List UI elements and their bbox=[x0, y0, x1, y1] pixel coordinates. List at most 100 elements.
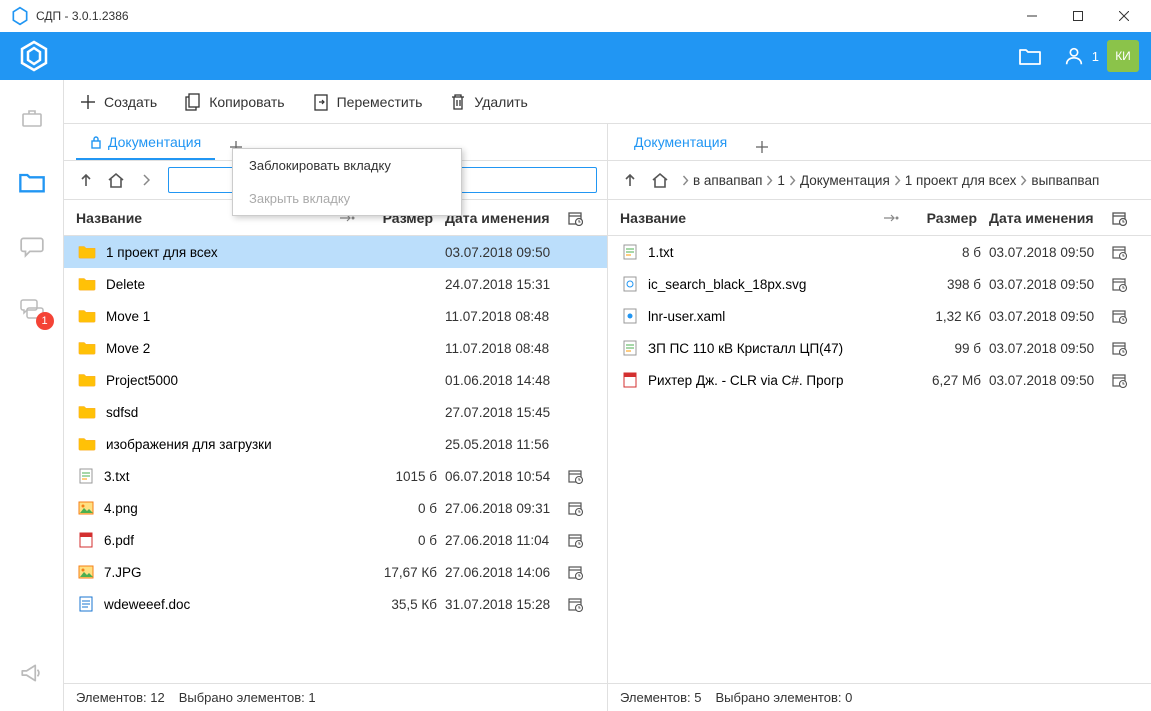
breadcrumb-item[interactable]: выпвапвап bbox=[1031, 173, 1099, 188]
minimize-button[interactable] bbox=[1009, 0, 1055, 32]
breadcrumb-item[interactable]: 1 bbox=[777, 173, 785, 188]
calendar-icon[interactable] bbox=[1111, 372, 1139, 388]
status-selected: Выбрано элементов: 1 bbox=[179, 690, 316, 705]
file-list-right: 1.txt8 б03.07.2018 09:50ic_search_black_… bbox=[608, 236, 1151, 683]
file-size: 1,32 Кб bbox=[911, 309, 981, 324]
file-size: 0 б bbox=[367, 501, 437, 516]
close-button[interactable] bbox=[1101, 0, 1147, 32]
table-row[interactable]: изображения для загрузки25.05.2018 11:56 bbox=[64, 428, 607, 460]
breadcrumb-item[interactable]: в апвапвап bbox=[693, 173, 762, 188]
calendar-icon[interactable] bbox=[1111, 340, 1139, 356]
calendar-icon[interactable] bbox=[567, 468, 595, 484]
table-row[interactable]: ic_search_black_18px.svg398 б03.07.2018 … bbox=[608, 268, 1151, 300]
table-row[interactable]: 1 проект для всех03.07.2018 09:50 bbox=[64, 236, 607, 268]
table-row[interactable]: Move 111.07.2018 08:48 bbox=[64, 300, 607, 332]
file-list-left: 1 проект для всех03.07.2018 09:50Delete2… bbox=[64, 236, 607, 683]
file-size: 8 б bbox=[911, 245, 981, 260]
table-row[interactable]: Move 211.07.2018 08:48 bbox=[64, 332, 607, 364]
table-row[interactable]: lnr-user.xaml1,32 Кб03.07.2018 09:50 bbox=[608, 300, 1151, 332]
calendar-icon[interactable] bbox=[567, 596, 595, 612]
table-row[interactable]: wdeweeef.doc35,5 Кб31.07.2018 15:28 bbox=[64, 588, 607, 620]
header-pin-icon[interactable] bbox=[883, 213, 911, 223]
tab-context-menu: Заблокировать вкладку Закрыть вкладку bbox=[232, 148, 462, 216]
file-icon bbox=[78, 371, 96, 390]
file-name: Рихтер Дж. - CLR via C#. Прогр bbox=[648, 373, 844, 388]
calendar-icon[interactable] bbox=[567, 564, 595, 580]
header-date[interactable]: Дата именения bbox=[981, 210, 1111, 226]
header-size[interactable]: Размер bbox=[911, 210, 981, 226]
tabs: Документация bbox=[608, 124, 1151, 160]
file-date: 03.07.2018 09:50 bbox=[981, 245, 1111, 260]
copy-button[interactable]: Копировать bbox=[185, 93, 284, 111]
status-count: Элементов: 5 bbox=[620, 690, 701, 705]
nav-up-icon[interactable] bbox=[618, 168, 642, 192]
table-row[interactable]: 7.JPG17,67 Кб27.06.2018 14:06 bbox=[64, 556, 607, 588]
context-lock-tab[interactable]: Заблокировать вкладку bbox=[233, 149, 461, 182]
calendar-icon[interactable] bbox=[1111, 276, 1139, 292]
file-date: 03.07.2018 09:50 bbox=[981, 309, 1111, 324]
header-calendar-icon[interactable] bbox=[1111, 210, 1139, 226]
calendar-icon[interactable] bbox=[1111, 244, 1139, 260]
table-row[interactable]: 1.txt8 б03.07.2018 09:50 bbox=[608, 236, 1151, 268]
sidebar-chats-icon[interactable]: 1 bbox=[14, 292, 50, 328]
nav-home-icon[interactable] bbox=[648, 168, 672, 192]
file-name: ЗП ПС 110 кВ Кристалл ЦП(47) bbox=[648, 341, 843, 356]
title-bar: СДП - 3.0.1.2386 bbox=[0, 0, 1151, 32]
file-date: 03.07.2018 09:50 bbox=[981, 341, 1111, 356]
table-row[interactable]: ЗП ПС 110 кВ Кристалл ЦП(47) 99 б03.07.20… bbox=[608, 332, 1151, 364]
maximize-button[interactable] bbox=[1055, 0, 1101, 32]
table-row[interactable]: Delete24.07.2018 15:31 bbox=[64, 268, 607, 300]
calendar-icon[interactable] bbox=[567, 500, 595, 516]
table-row[interactable]: Рихтер Дж. - CLR via C#. Прогр6,27 Мб03.… bbox=[608, 364, 1151, 396]
move-button[interactable]: Переместить bbox=[313, 93, 423, 111]
file-icon bbox=[78, 500, 94, 516]
chevron-right-icon[interactable] bbox=[134, 168, 158, 192]
tabs: Документация Заблокировать вкладку Закры… bbox=[64, 124, 607, 160]
file-name: wdeweeef.doc bbox=[104, 597, 190, 612]
table-row[interactable]: 6.pdf0 б27.06.2018 11:04 bbox=[64, 524, 607, 556]
breadcrumb: в апвапвап 1 Документация 1 проект для всех… bbox=[678, 173, 1141, 188]
status-selected: Выбрано элементов: 0 bbox=[715, 690, 852, 705]
table-row[interactable]: 4.png0 б27.06.2018 09:31 bbox=[64, 492, 607, 524]
lock-icon bbox=[90, 135, 102, 149]
tab-documentation[interactable]: Документация bbox=[76, 126, 215, 160]
file-date: 03.07.2018 09:50 bbox=[981, 373, 1111, 388]
file-size: 99 б bbox=[911, 341, 981, 356]
sidebar-briefcase-icon[interactable] bbox=[14, 100, 50, 136]
file-date: 11.07.2018 08:48 bbox=[437, 341, 567, 356]
user-icon[interactable] bbox=[1056, 38, 1092, 74]
file-icon bbox=[622, 244, 638, 260]
create-button[interactable]: Создать bbox=[80, 94, 157, 110]
file-date: 31.07.2018 15:28 bbox=[437, 597, 567, 612]
breadcrumb-item[interactable]: Документация bbox=[800, 173, 890, 188]
sidebar-megaphone-icon[interactable] bbox=[14, 655, 50, 691]
tab-documentation[interactable]: Документация bbox=[620, 126, 741, 160]
breadcrumb-item[interactable]: 1 проект для всех bbox=[905, 173, 1017, 188]
avatar[interactable]: КИ bbox=[1107, 40, 1139, 72]
chevron-right-icon bbox=[789, 175, 796, 186]
left-pane: Документация Заблокировать вкладку Закры… bbox=[64, 124, 608, 711]
file-date: 27.06.2018 14:06 bbox=[437, 565, 567, 580]
file-date: 27.07.2018 15:45 bbox=[437, 405, 567, 420]
nav-up-icon[interactable] bbox=[74, 168, 98, 192]
table-row[interactable]: Project500001.06.2018 14:48 bbox=[64, 364, 607, 396]
file-date: 03.07.2018 09:50 bbox=[981, 277, 1111, 292]
calendar-icon[interactable] bbox=[1111, 308, 1139, 324]
header-calendar-icon[interactable] bbox=[567, 210, 595, 226]
calendar-icon[interactable] bbox=[567, 532, 595, 548]
table-row[interactable]: 3.txt1015 б06.07.2018 10:54 bbox=[64, 460, 607, 492]
table-row[interactable]: sdfsd27.07.2018 15:45 bbox=[64, 396, 607, 428]
tab-add-button[interactable] bbox=[745, 134, 779, 160]
delete-button[interactable]: Удалить bbox=[450, 93, 527, 111]
file-icon bbox=[78, 596, 94, 612]
sidebar-folder-icon[interactable] bbox=[14, 164, 50, 200]
nav-home-icon[interactable] bbox=[104, 168, 128, 192]
file-icon bbox=[78, 275, 96, 294]
folder-open-icon[interactable] bbox=[1012, 38, 1048, 74]
context-close-tab[interactable]: Закрыть вкладку bbox=[233, 182, 461, 215]
sidebar-chat-icon[interactable] bbox=[14, 228, 50, 264]
file-icon bbox=[78, 435, 96, 454]
header-name[interactable]: Название bbox=[620, 210, 883, 226]
tab-label: Документация bbox=[108, 134, 201, 150]
file-icon bbox=[78, 532, 94, 548]
